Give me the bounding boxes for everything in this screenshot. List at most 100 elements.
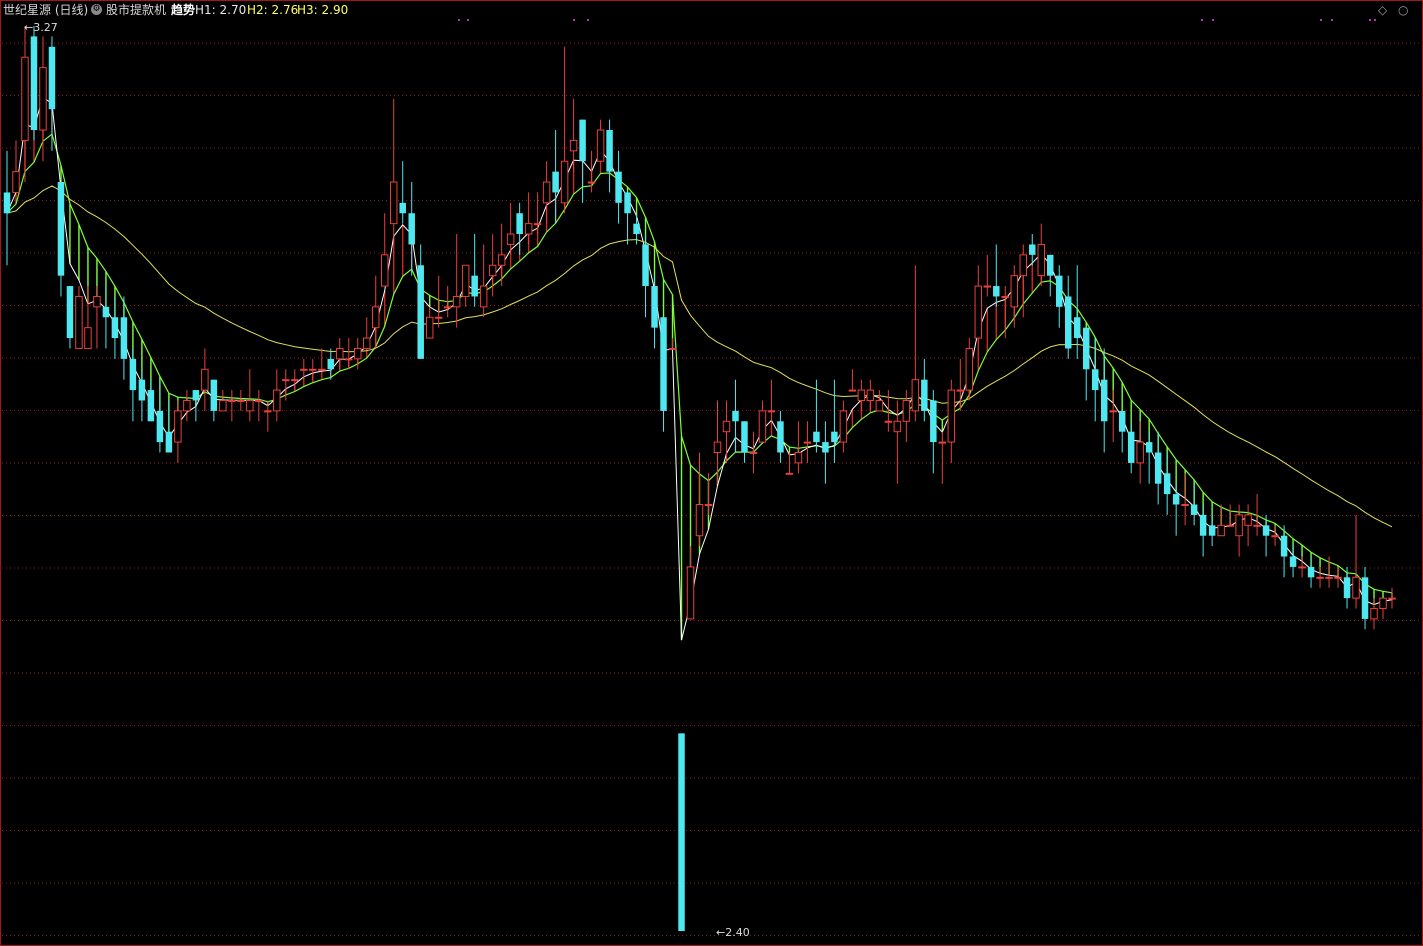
circle-icon[interactable]: ○ xyxy=(1398,2,1408,18)
low-price-label: ←2.40 xyxy=(716,926,750,939)
candle-body xyxy=(156,410,164,443)
candle-body xyxy=(201,368,209,391)
candle-body xyxy=(147,390,155,422)
candle-body xyxy=(660,317,667,411)
candle-body xyxy=(1029,244,1036,255)
candle-body xyxy=(434,316,443,319)
candle-body xyxy=(749,451,758,454)
h1-value: H1: 2.70 xyxy=(195,3,247,17)
marker-dot xyxy=(587,19,589,21)
candle-body xyxy=(1082,327,1090,370)
candle-body xyxy=(21,56,29,141)
candle-body xyxy=(300,368,308,371)
candle-body xyxy=(777,421,784,453)
candle-body xyxy=(1145,442,1153,453)
candle-body xyxy=(408,213,415,245)
candle-body xyxy=(1163,473,1171,495)
candle-body xyxy=(615,171,622,203)
candle-body xyxy=(1289,556,1297,567)
candle-body xyxy=(488,264,497,277)
candle-body xyxy=(192,390,200,401)
candle-body xyxy=(174,410,182,443)
candle-body xyxy=(1056,275,1063,307)
candle-body xyxy=(741,421,748,453)
candle-body xyxy=(983,285,992,288)
candle-body xyxy=(246,399,254,412)
settings-icon[interactable]: ⚙ xyxy=(91,4,102,15)
marker-dot xyxy=(1374,19,1376,21)
candle-body xyxy=(1325,576,1333,579)
candle-body xyxy=(1343,577,1351,599)
candle-body xyxy=(1181,504,1189,507)
candle-body xyxy=(273,389,281,412)
diamond-icon[interactable]: ◇ xyxy=(1378,2,1387,18)
marker-dot xyxy=(458,19,460,21)
candle-body xyxy=(1019,254,1028,277)
candle-body xyxy=(695,504,704,537)
candle-body xyxy=(767,410,776,413)
marker-dot xyxy=(1320,19,1322,21)
candle-body xyxy=(371,306,380,329)
candle-body xyxy=(1244,514,1252,526)
candle-body xyxy=(1064,296,1072,349)
candle-body xyxy=(1298,566,1306,569)
candle-body xyxy=(336,347,344,360)
marker-dot xyxy=(467,19,469,21)
candle-body xyxy=(866,389,875,401)
candle-body xyxy=(803,441,812,444)
candle-body xyxy=(956,389,965,392)
candle-body xyxy=(938,441,947,444)
candle-body xyxy=(668,347,677,350)
candle-body xyxy=(533,223,542,226)
candle-body xyxy=(452,295,461,308)
marker-dot xyxy=(573,19,575,21)
candle-body xyxy=(497,254,506,266)
candle-body xyxy=(417,265,424,359)
candle-body xyxy=(1388,597,1396,600)
candle-body xyxy=(1280,535,1288,557)
candle-body xyxy=(624,192,631,214)
candle-body xyxy=(183,399,191,412)
candle-body xyxy=(516,213,523,235)
candle-body xyxy=(704,504,713,507)
candle-body xyxy=(560,160,569,204)
candle-body xyxy=(255,399,263,402)
candle-body xyxy=(471,275,478,297)
candle-body xyxy=(380,254,389,287)
candle-body xyxy=(165,431,173,453)
candle-body xyxy=(219,399,227,412)
candle-body xyxy=(282,379,290,382)
candle-body xyxy=(921,379,928,411)
candle-body xyxy=(1199,514,1207,536)
candle-body xyxy=(264,410,272,413)
low-price-value: 2.40 xyxy=(725,926,750,939)
candle-body xyxy=(822,442,829,453)
candle-body xyxy=(1047,254,1054,276)
candle-body xyxy=(813,431,820,443)
candle-body xyxy=(138,379,146,401)
candle-body xyxy=(1271,535,1279,538)
candle xyxy=(30,26,38,141)
stock-title[interactable]: 世纪星源 (日线) xyxy=(3,2,88,18)
high-price-label: ←3.27 xyxy=(24,21,58,34)
candle-body xyxy=(642,244,649,287)
candle-body xyxy=(857,389,866,401)
marker-dot xyxy=(1369,19,1371,21)
h3-value: H3: 2.90 xyxy=(297,3,349,17)
marker-dot xyxy=(1201,19,1203,21)
candle-body xyxy=(210,379,218,411)
candle-body xyxy=(93,295,101,308)
candle-body xyxy=(713,441,722,453)
candle xyxy=(678,733,685,931)
candle-body xyxy=(1037,243,1045,277)
candle-body xyxy=(1109,410,1117,413)
candle-body xyxy=(1136,441,1144,464)
candle-body xyxy=(848,389,857,392)
candle-body xyxy=(678,733,685,931)
indicator-name[interactable]: 股市提款机 xyxy=(106,2,166,18)
candle-body xyxy=(831,431,838,443)
candle-body xyxy=(552,171,559,193)
candle-body xyxy=(3,192,11,214)
candle-body xyxy=(902,399,911,422)
candle-body xyxy=(84,327,92,349)
